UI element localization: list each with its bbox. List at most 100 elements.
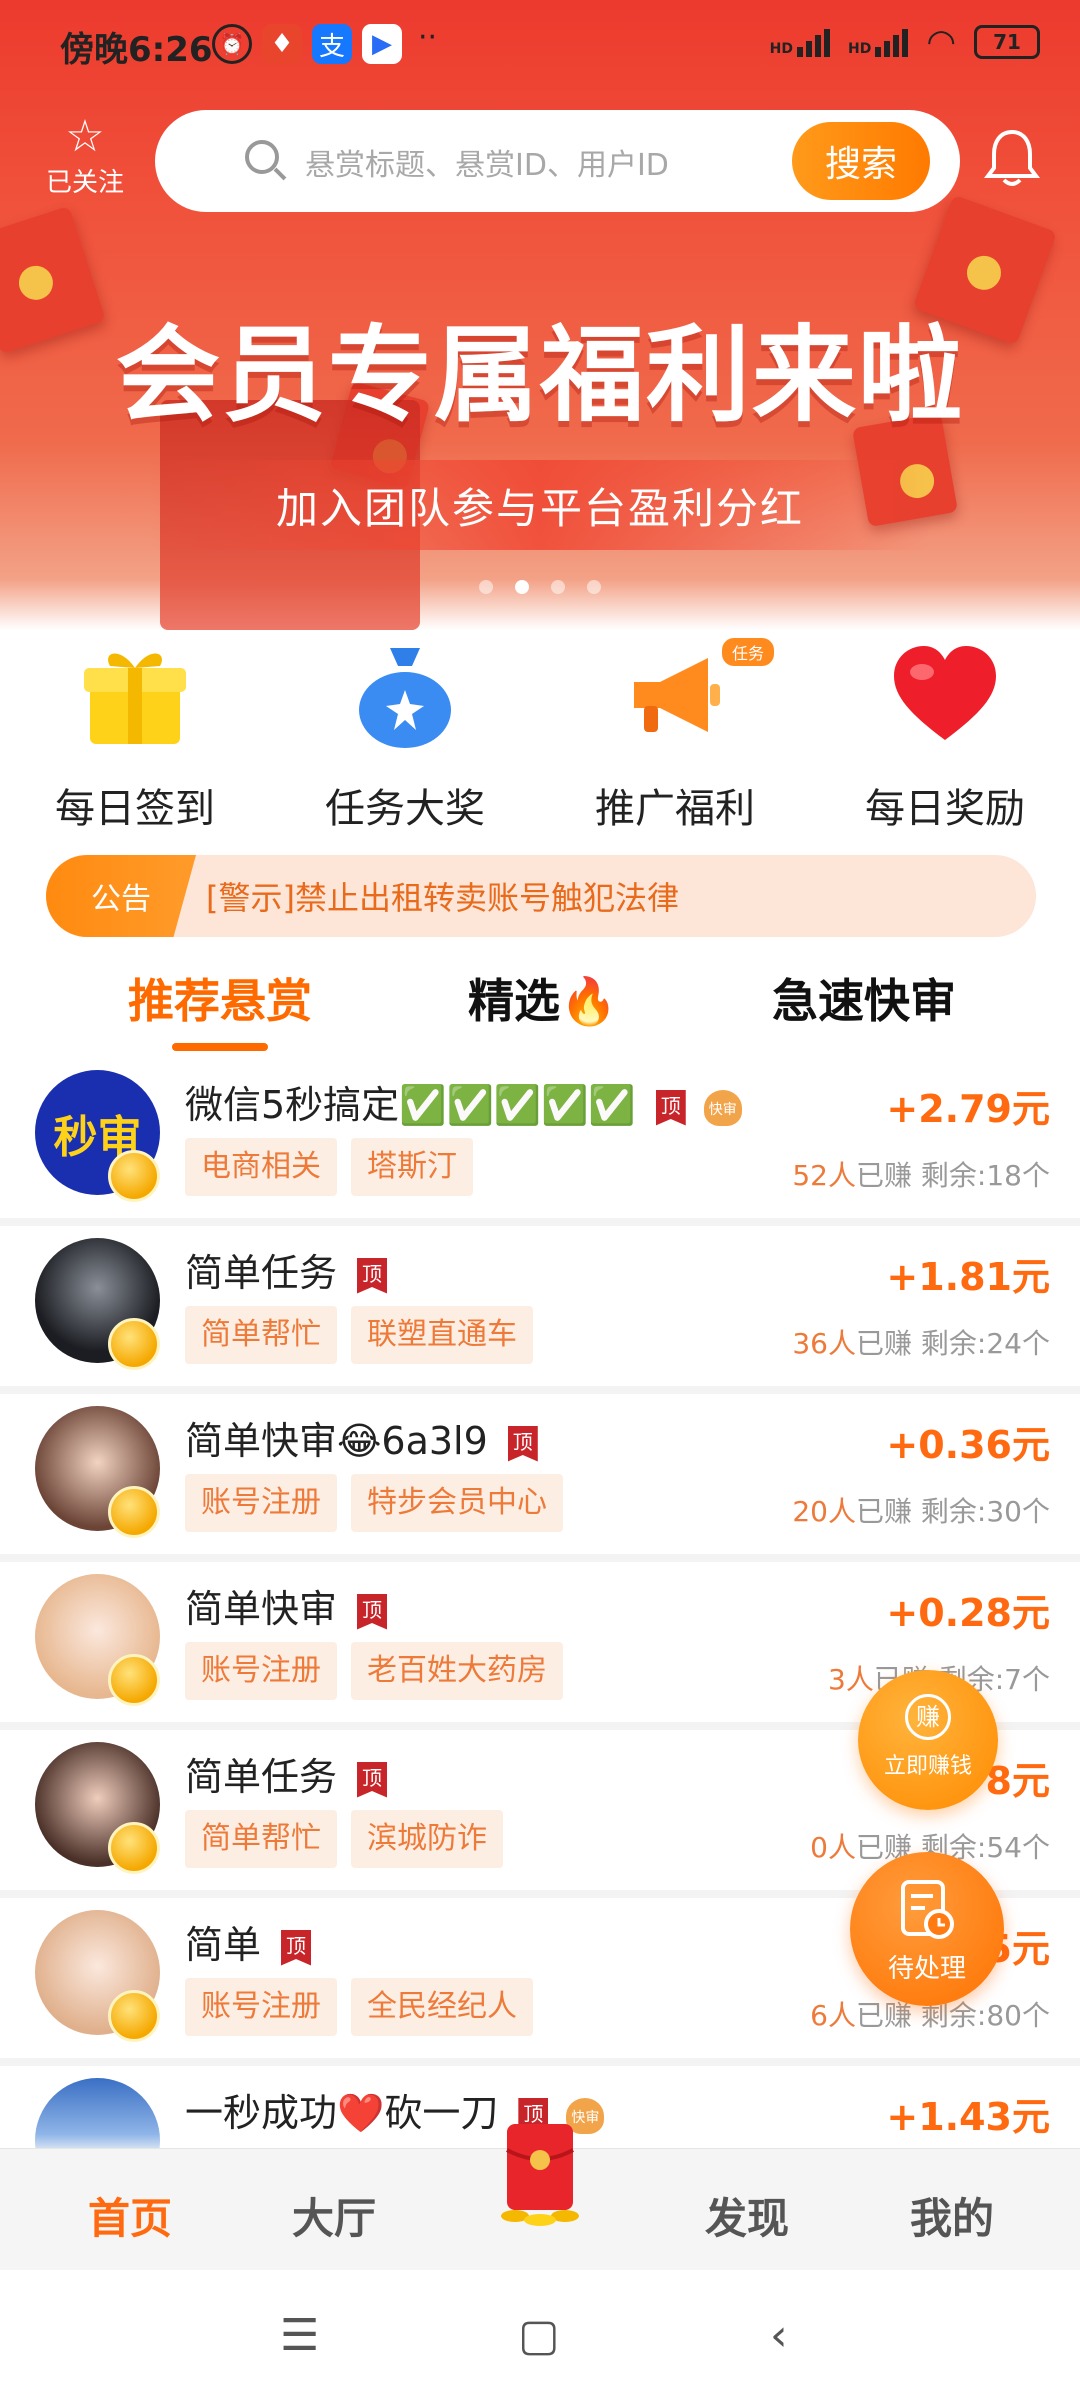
system-nav-bar: ☰ ▢ ‹ xyxy=(0,2270,1080,2400)
earned-count: 52人 xyxy=(792,1159,856,1192)
earned-suffix: 已赚 xyxy=(856,1999,913,2032)
heart-icon xyxy=(894,646,996,740)
tab-fast-review[interactable]: 急速快审 xyxy=(772,965,956,1031)
task-title: 一秒成功❤️砍一刀 xyxy=(185,2091,499,2135)
task-tag: 全民经纪人 xyxy=(351,1978,533,2036)
task-tags: 简单帮忙 滨城防诈 xyxy=(185,1810,503,1868)
pagination-dot xyxy=(551,580,565,594)
task-title-line: 简单快审😂6a3l9 顶 xyxy=(185,1410,538,1465)
nav-hall[interactable]: 大厅 xyxy=(292,2185,376,2246)
task-list: 秒审 微信5秒搞定✅✅✅✅✅ 顶快审 电商相关 塔斯汀 +2.79元 52人已赚 … xyxy=(0,1058,1080,2234)
search-input[interactable]: 悬赏标题、悬赏ID、用户ID xyxy=(305,140,669,184)
task-title-line: 简单任务顶 xyxy=(185,1746,388,1801)
task-tag: 简单帮忙 xyxy=(185,1306,337,1364)
nav-discover[interactable]: 发现 xyxy=(705,2185,789,2246)
task-title-line: 简单任务顶 xyxy=(185,1242,388,1297)
pending-button[interactable]: 待处理 xyxy=(850,1852,1004,2006)
quick-label: 每日奖励 xyxy=(865,786,1025,832)
task-price: +0.28元 xyxy=(886,1591,1050,1635)
notice-text: [警示]禁止出租转卖账号触犯法律 xyxy=(206,879,679,917)
task-tag: 账号注册 xyxy=(185,1474,337,1532)
pending-label: 待处理 xyxy=(887,1954,966,1984)
quick-label: 推广福利 xyxy=(595,786,755,832)
bell-icon[interactable] xyxy=(984,128,1040,188)
pagination-dot xyxy=(587,580,601,594)
task-price: +2.79元 xyxy=(886,1087,1050,1131)
quick-item-daily-reward[interactable]: 每日奖励 xyxy=(810,640,1080,834)
task-tags: 账号注册 特步会员中心 xyxy=(185,1474,563,1532)
task-price: +0.36元 xyxy=(886,1423,1050,1467)
task-title: 简单 xyxy=(185,1923,262,1967)
task-tags: 账号注册 老百姓大药房 xyxy=(185,1642,563,1700)
notice-bar[interactable]: 公告 [警示]禁止出租转卖账号触犯法律 xyxy=(46,855,1036,937)
task-tags: 简单帮忙 联塑直通车 xyxy=(185,1306,533,1364)
task-row[interactable]: 简单任务顶 简单帮忙 联塑直通车 +1.81元 36人已赚 剩余:24个 xyxy=(0,1226,1080,1394)
medal-icon xyxy=(108,1990,160,2042)
tab-recommended[interactable]: 推荐悬赏 xyxy=(128,965,312,1031)
banner-pagination xyxy=(0,580,1080,594)
more-notifications-icon: ·· xyxy=(418,20,438,55)
earn-now-label: 立即赚钱 xyxy=(883,1754,972,1779)
pin-icon: 顶 xyxy=(357,1257,388,1294)
nav-mine[interactable]: 我的 xyxy=(910,2185,994,2246)
medal-icon xyxy=(108,1822,160,1874)
task-row[interactable]: 简单快审😂6a3l9 顶 账号注册 特步会员中心 +0.36元 20人已赚 剩余:… xyxy=(0,1394,1080,1562)
follow-button[interactable]: ☆ 已关注 xyxy=(40,112,130,199)
task-title: 简单任务 xyxy=(185,1755,338,1799)
pin-icon: 顶 xyxy=(507,1425,538,1462)
quick-item-task-prize[interactable]: 任务大奖 xyxy=(270,640,540,834)
remaining-count: 剩余:24个 xyxy=(920,1327,1050,1360)
task-tags: 电商相关 塔斯汀 xyxy=(185,1138,473,1196)
pagination-dot xyxy=(479,580,493,594)
pin-icon: 顶 xyxy=(357,1761,388,1798)
task-title-line: 简单快审顶 xyxy=(185,1578,388,1633)
promotion-badge: 任务 xyxy=(722,638,775,666)
status-bar: 傍晚6:26 ⏰ ♦ 支 ▶ ·· HD HD ◠ 71 xyxy=(0,0,1080,90)
notice-tag: 公告 xyxy=(46,855,196,937)
back-icon[interactable]: ‹ xyxy=(770,2310,788,2361)
medal-icon xyxy=(108,1654,160,1706)
nav-home[interactable]: 首页 xyxy=(88,2185,172,2246)
task-title: 微信5秒搞定✅✅✅✅✅ xyxy=(185,1083,636,1127)
tab-featured[interactable]: 精选🔥 xyxy=(468,965,617,1031)
wifi-icon: ◠ xyxy=(926,22,956,62)
medal-icon xyxy=(108,1318,160,1370)
quick-item-promotion[interactable]: 任务 推广福利 xyxy=(540,638,810,834)
earn-coin-icon: 赚 xyxy=(905,1694,951,1740)
search-icon xyxy=(245,140,279,174)
gift-icon xyxy=(84,653,186,744)
earned-count: 20人 xyxy=(792,1495,856,1528)
search-button[interactable]: 搜索 xyxy=(792,122,930,200)
task-tag: 账号注册 xyxy=(185,1642,337,1700)
status-time: 傍晚6:26 xyxy=(60,30,213,70)
task-price: +1.81元 xyxy=(886,1255,1050,1299)
hero-banner[interactable]: 傍晚6:26 ⏰ ♦ 支 ▶ ·· HD HD ◠ 71 ☆ 已关注 悬赏标题、… xyxy=(0,0,1080,630)
quick-item-daily-checkin[interactable]: 每日签到 xyxy=(0,640,270,834)
task-tag: 塔斯汀 xyxy=(351,1138,473,1196)
search-bar[interactable]: 悬赏标题、悬赏ID、用户ID 搜索 xyxy=(155,110,960,212)
banner-title: 会员专属福利来啦 xyxy=(115,314,964,436)
pin-icon: 顶 xyxy=(281,1929,312,1966)
task-tag: 老百姓大药房 xyxy=(351,1642,563,1700)
task-tags: 账号注册 全民经纪人 xyxy=(185,1978,533,2036)
task-meta: 52人已赚 剩余:18个 xyxy=(792,1154,1050,1194)
earn-now-button[interactable]: 赚 立即赚钱 xyxy=(858,1670,998,1810)
alarm-icon: ⏰ xyxy=(212,24,252,64)
banner-subtitle: 加入团队参与平台盈利分红 xyxy=(150,460,930,550)
task-price: +1.43元 xyxy=(886,2095,1050,2139)
quick-menu: 每日签到 任务大奖 任务 推广福利 每日奖励 xyxy=(0,638,1080,840)
quick-label: 每日签到 xyxy=(55,786,215,832)
task-title: 简单快审 xyxy=(185,1587,338,1631)
menu-icon[interactable]: ☰ xyxy=(280,2310,319,2361)
task-meta: 20人已赚 剩余:30个 xyxy=(792,1490,1050,1530)
home-icon[interactable]: ▢ xyxy=(518,2310,560,2361)
task-tabs: 推荐悬赏 精选🔥 急速快审 xyxy=(0,965,1080,1055)
money-bag-icon xyxy=(359,648,451,748)
task-title: 简单快审😂6a3l9 xyxy=(185,1419,488,1463)
task-tag: 联塑直通车 xyxy=(351,1306,533,1364)
task-row[interactable]: 秒审 微信5秒搞定✅✅✅✅✅ 顶快审 电商相关 塔斯汀 +2.79元 52人已赚 … xyxy=(0,1058,1080,1226)
earned-count: 3人 xyxy=(828,1663,874,1696)
signal-icon: HD xyxy=(770,27,830,57)
red-packet-icon[interactable] xyxy=(485,2120,595,2230)
remaining-count: 剩余:30个 xyxy=(920,1495,1050,1528)
